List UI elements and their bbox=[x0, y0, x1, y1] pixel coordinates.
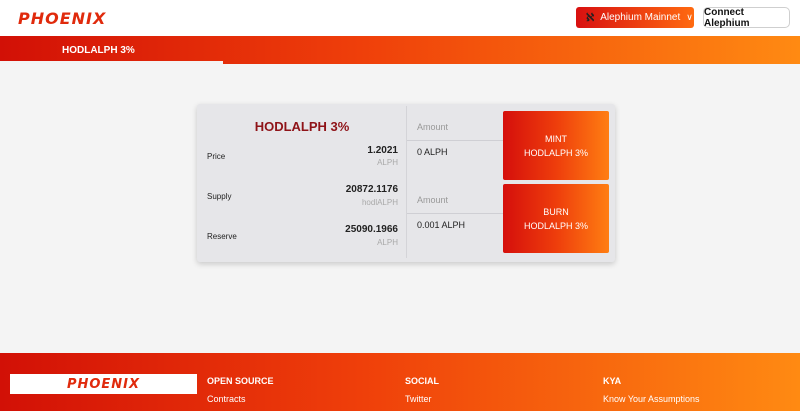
price-value: 1.2021 bbox=[367, 145, 398, 156]
footer-logo-box: PHOENIX bbox=[10, 374, 197, 394]
tab-hodlalph-3[interactable]: HODLALPH 3% bbox=[0, 36, 223, 64]
network-selector-button[interactable]: ℵ Alephium Mainnet ∨ bbox=[576, 7, 694, 28]
phoenix-logo[interactable]: PHOENIX bbox=[18, 9, 106, 28]
burn-button-line1: BURN bbox=[543, 206, 569, 217]
footer-open-source-title: OPEN SOURCE bbox=[207, 376, 274, 386]
mint-amount-label: Amount bbox=[417, 122, 449, 132]
active-tab-indicator bbox=[0, 61, 223, 64]
connect-wallet-button[interactable]: Connect Alephium bbox=[703, 7, 790, 29]
footer-contracts-link[interactable]: Contracts bbox=[207, 394, 246, 404]
mint-amount-input[interactable]: 0 ALPH bbox=[417, 147, 448, 157]
card-title: HODLALPH 3% bbox=[254, 119, 350, 134]
reserve-unit: ALPH bbox=[377, 238, 398, 247]
footer-twitter-link[interactable]: Twitter bbox=[405, 394, 432, 404]
footer-phoenix-logo[interactable]: PHOENIX bbox=[67, 377, 140, 392]
footer-kya-title: KYA bbox=[603, 376, 622, 386]
mint-amount-divider bbox=[407, 140, 503, 141]
burn-button[interactable]: BURN HODLALPH 3% bbox=[503, 184, 609, 253]
burn-amount-label: Amount bbox=[417, 195, 449, 205]
burn-amount-input[interactable]: 0.001 ALPH bbox=[417, 220, 465, 230]
supply-value: 20872.1176 bbox=[345, 184, 398, 195]
burn-button-line2: HODLALPH 3% bbox=[523, 220, 589, 231]
mint-button[interactable]: MINT HODLALPH 3% bbox=[503, 111, 609, 180]
reserve-label: Reserve bbox=[207, 232, 237, 241]
footer-know-your-assumptions-link[interactable]: Know Your Assumptions bbox=[603, 394, 700, 404]
price-label: Price bbox=[207, 152, 226, 161]
chevron-down-icon: ∨ bbox=[686, 12, 693, 22]
footer: PHOENIX OPEN SOURCE Contracts SOCIAL Twi… bbox=[0, 353, 800, 411]
price-unit: ALPH bbox=[377, 158, 398, 167]
mint-button-line1: MINT bbox=[545, 133, 567, 144]
alephium-icon: ℵ bbox=[586, 12, 595, 24]
network-label: Alephium Mainnet bbox=[600, 12, 681, 23]
hodlalph-card: HODLALPH 3% Price 1.2021 ALPH Supply 208… bbox=[197, 104, 615, 262]
reserve-value: 25090.1966 bbox=[345, 224, 398, 235]
mint-button-line2: HODLALPH 3% bbox=[523, 147, 589, 158]
top-navbar: PHOENIX ℵ Alephium Mainnet ∨ Connect Ale… bbox=[0, 0, 800, 36]
supply-label: Supply bbox=[207, 192, 232, 201]
supply-unit: hodlALPH bbox=[361, 198, 398, 207]
footer-social-title: SOCIAL bbox=[405, 376, 440, 386]
tab-bar: HODLALPH 3% bbox=[0, 36, 800, 64]
card-divider bbox=[406, 106, 407, 258]
burn-amount-divider bbox=[407, 213, 503, 214]
